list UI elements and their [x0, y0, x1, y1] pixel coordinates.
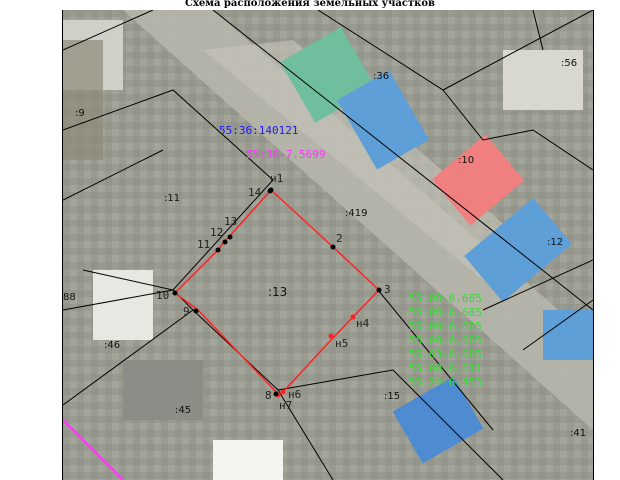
point-label: 12 — [210, 226, 223, 239]
point-2[interactable] — [330, 244, 336, 250]
point-11[interactable] — [215, 247, 221, 253]
map-svg: 55:36:140121 55:36-7.5699 :9 :36 :56 :10… — [63, 10, 593, 480]
point-n6[interactable] — [280, 389, 286, 395]
point-label: 11 — [197, 238, 210, 251]
point-n4[interactable] — [350, 314, 356, 320]
point-label: 2 — [336, 232, 343, 245]
scheme-frame: Схема расположения земельных участков 55… — [0, 0, 620, 480]
green-zone-label: 55:00-6.685 — [409, 292, 482, 305]
green-zone-label: 55:03-6.685 — [409, 348, 482, 361]
green-zone-labels: 55:00-6.685 55:00-6.685 55:00-6.685 55:0… — [409, 292, 482, 389]
parcel-label: :36 — [373, 71, 389, 82]
roof — [93, 270, 153, 340]
parcel-label: :46 — [104, 340, 120, 351]
point-10[interactable] — [172, 290, 178, 296]
point-label: 14 — [248, 186, 262, 199]
zone-code-label: 55:36-7.5699 — [246, 148, 325, 161]
scheme-title: Схема расположения земельных участков — [0, 0, 620, 9]
roof — [63, 40, 103, 160]
point-n5[interactable] — [328, 333, 334, 339]
parcel-label: :41 — [570, 428, 586, 439]
point-12[interactable] — [222, 239, 228, 245]
point-9[interactable] — [193, 308, 199, 314]
point-label: 13 — [224, 215, 237, 228]
parcel-label: :12 — [547, 237, 563, 248]
point-13[interactable] — [227, 234, 233, 240]
parcel-label: 88 — [63, 292, 76, 303]
parcel-label: :56 — [561, 58, 577, 69]
parcel-label: :11 — [164, 193, 180, 204]
parcel-label: :45 — [175, 405, 191, 416]
point-8[interactable] — [273, 391, 279, 397]
point-label: н5 — [335, 337, 348, 350]
point-label: н7 — [279, 399, 292, 412]
parcel-label: :9 — [75, 108, 85, 119]
green-zone-label: 55:00-6.611 — [409, 362, 482, 375]
quarter-number-label: 55:36:140121 — [219, 124, 298, 137]
point-label: 3 — [384, 283, 391, 296]
point-label: н4 — [356, 317, 370, 330]
green-zone-label: 55:00-6.685 — [409, 334, 482, 347]
green-zone-label: 55:00-6.685 — [409, 306, 482, 319]
parcel-label: :10 — [458, 155, 474, 166]
green-zone-label: 55:00-6.685 — [409, 320, 482, 333]
parcel-label: :419 — [345, 208, 367, 219]
point-label: 10 — [156, 289, 169, 302]
satellite-map[interactable]: 55:36:140121 55:36-7.5699 :9 :36 :56 :10… — [62, 10, 594, 480]
parcel-label: :15 — [384, 391, 400, 402]
point-14[interactable] — [267, 188, 273, 194]
point-label: н1 — [270, 172, 283, 185]
roof — [213, 440, 283, 480]
point-label: 8 — [265, 389, 272, 402]
parcel-label: :13 — [268, 285, 287, 299]
point-3[interactable] — [376, 287, 382, 293]
point-label: 9 — [183, 305, 190, 318]
green-zone-label: 55:24-6.453 — [409, 376, 482, 389]
